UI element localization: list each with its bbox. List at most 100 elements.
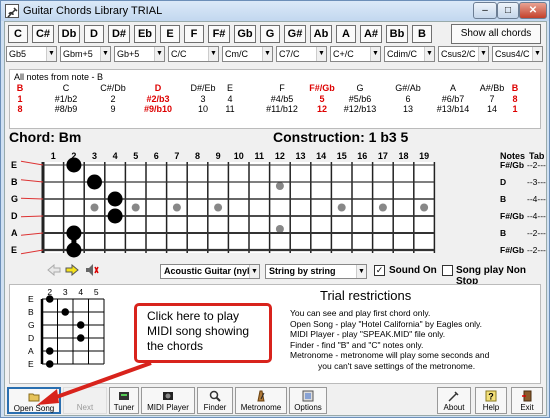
finger-dot[interactable] bbox=[107, 191, 123, 207]
note-button-a[interactable]: A bbox=[336, 25, 356, 43]
prev-arrow-icon[interactable] bbox=[47, 263, 61, 277]
metronome-label: Metronome bbox=[240, 403, 282, 412]
note-button-d[interactable]: D bbox=[84, 25, 104, 43]
strum-mode-select[interactable]: String by string ▼ bbox=[265, 264, 367, 279]
next-button[interactable]: Next bbox=[63, 387, 107, 414]
fret-number: 5 bbox=[133, 151, 138, 161]
speaker-icon[interactable] bbox=[85, 263, 99, 277]
note-button-ab[interactable]: Ab bbox=[310, 25, 332, 43]
note-button-csharp[interactable]: C# bbox=[32, 25, 54, 43]
finder-button[interactable]: Finder bbox=[197, 387, 233, 414]
chord-dropdown[interactable]: C7/C ▼ bbox=[276, 46, 327, 62]
chevron-down-icon: ▼ bbox=[262, 47, 272, 61]
finger-dot[interactable] bbox=[66, 225, 82, 241]
help-icon: ? bbox=[485, 390, 497, 402]
metronome-button[interactable]: Metronome bbox=[235, 387, 287, 414]
note-button-b[interactable]: B bbox=[412, 25, 432, 43]
help-button[interactable]: ? Help bbox=[475, 387, 507, 414]
string-name: D bbox=[11, 211, 18, 221]
finger-dot[interactable] bbox=[87, 174, 102, 190]
chord-dropdown[interactable]: Cm/C ▼ bbox=[222, 46, 273, 62]
options-button[interactable]: Options bbox=[289, 387, 327, 414]
trial-line: Finder - find "B" and "C" notes only. bbox=[290, 339, 424, 350]
fret-number: 11 bbox=[255, 151, 265, 161]
chord-dropdown[interactable]: C+/C ▼ bbox=[330, 46, 381, 62]
string-tail bbox=[20, 179, 44, 183]
mini-finger-dot bbox=[45, 347, 54, 355]
note-cell: 8 bbox=[512, 94, 518, 104]
chord-dropdown[interactable]: C/C ▼ bbox=[168, 46, 219, 62]
song-play-non-stop-checkbox[interactable] bbox=[442, 265, 453, 276]
chevron-down-icon: ▼ bbox=[46, 47, 56, 61]
chord-dropdown[interactable]: Gbm+5 ▼ bbox=[60, 46, 111, 62]
finger-dot[interactable] bbox=[107, 208, 123, 224]
fret-number: 19 bbox=[419, 151, 429, 161]
string-note: D bbox=[500, 177, 506, 187]
fret-number: 10 bbox=[234, 151, 244, 161]
fret-number: 12 bbox=[275, 151, 285, 161]
title-bar[interactable]: Guitar Chords Library TRIAL – □ ✕ bbox=[1, 1, 549, 21]
note-button-db[interactable]: Db bbox=[58, 25, 80, 43]
note-button-c[interactable]: C bbox=[8, 25, 28, 43]
about-button[interactable]: About bbox=[437, 387, 471, 414]
string-tab: --4--- bbox=[527, 194, 546, 204]
note-button-dsharp[interactable]: D# bbox=[108, 25, 130, 43]
note-cell: 9 bbox=[110, 104, 116, 114]
exit-button[interactable]: Exit bbox=[511, 387, 543, 414]
note-button-eb[interactable]: Eb bbox=[134, 25, 156, 43]
note-cell: #11/b12 bbox=[266, 104, 298, 114]
note-button-g[interactable]: G bbox=[260, 25, 280, 43]
mini-string-name: G bbox=[28, 320, 35, 330]
options-label: Options bbox=[294, 403, 322, 412]
close-button[interactable]: ✕ bbox=[519, 2, 547, 19]
strum-mode-value: String by string bbox=[269, 266, 336, 276]
app-icon bbox=[5, 4, 19, 18]
note-cell: 4 bbox=[227, 94, 233, 104]
instrument-select[interactable]: Acoustic Guitar (nylon ▼ bbox=[160, 264, 260, 279]
sound-on-checkbox[interactable]: ✓ bbox=[374, 265, 385, 276]
string-tail bbox=[20, 215, 44, 218]
next-label: Next bbox=[76, 403, 94, 412]
note-button-asharp[interactable]: A# bbox=[360, 25, 382, 43]
string-name: G bbox=[11, 194, 18, 204]
finger-dot[interactable] bbox=[66, 157, 82, 173]
trial-line: You can see and play first chord only. bbox=[290, 308, 431, 318]
note-cell: 12 bbox=[316, 104, 327, 114]
note-button-e[interactable]: E bbox=[160, 25, 180, 43]
maximize-button[interactable]: □ bbox=[497, 2, 519, 19]
chord-dropdown[interactable]: Csus2/C ▼ bbox=[438, 46, 489, 62]
fret-number: 17 bbox=[378, 151, 388, 161]
options-icon bbox=[302, 390, 314, 402]
tuner-button[interactable]: Tuner bbox=[109, 387, 139, 414]
midi-player-button[interactable]: MIDI Player bbox=[141, 387, 195, 414]
open-song-icon bbox=[28, 393, 40, 402]
note-button-gsharp[interactable]: G# bbox=[284, 25, 306, 43]
open-song-button[interactable]: Open Song bbox=[7, 387, 61, 414]
note-cell: #5/b6 bbox=[348, 94, 372, 104]
mini-fret-number: 5 bbox=[94, 287, 99, 297]
minimize-button[interactable]: – bbox=[473, 2, 497, 19]
note-cell: #8/b9 bbox=[54, 104, 78, 114]
about-label: About bbox=[443, 403, 465, 412]
bottom-toolbar: Open Song Next Tuner MIDI Player Finder … bbox=[7, 387, 545, 414]
chord-dropdown[interactable]: Gb5 ▼ bbox=[6, 46, 57, 62]
chord-dropdown[interactable]: Csus4/C ▼ bbox=[492, 46, 543, 62]
chord-dropdown[interactable]: Gb+5 ▼ bbox=[114, 46, 165, 62]
finger-dot[interactable] bbox=[66, 242, 82, 258]
note-button-gb[interactable]: Gb bbox=[234, 25, 256, 43]
fret-inlay bbox=[378, 203, 387, 212]
chord-dropdown[interactable]: Cdim/C ▼ bbox=[384, 46, 435, 62]
chevron-down-icon: ▼ bbox=[316, 47, 326, 61]
fret-inlay bbox=[214, 203, 223, 212]
mini-finger-dot bbox=[76, 334, 85, 342]
show-all-chords-button[interactable]: Show all chords bbox=[451, 24, 541, 44]
chevron-down-icon: ▼ bbox=[100, 47, 110, 61]
chord-dropdown-value: Cm/C bbox=[225, 49, 248, 59]
note-cell: B bbox=[511, 83, 519, 93]
next-arrow-icon[interactable] bbox=[65, 263, 79, 277]
note-button-fsharp[interactable]: F# bbox=[208, 25, 230, 43]
svg-text:?: ? bbox=[488, 392, 494, 402]
mini-finger-dot bbox=[45, 295, 54, 303]
note-button-bb[interactable]: Bb bbox=[386, 25, 408, 43]
note-button-f[interactable]: F bbox=[184, 25, 204, 43]
